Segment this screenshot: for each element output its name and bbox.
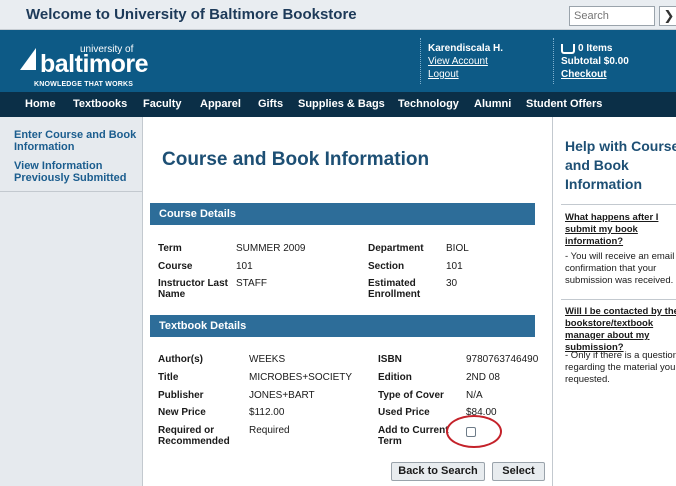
page-title: Course and Book Information xyxy=(162,149,430,170)
help-question-1[interactable]: What happens after I submit my book info… xyxy=(565,212,676,248)
university-logo[interactable]: university of baltimore KNOWLEDGE THAT W… xyxy=(20,44,150,88)
author-label: Author(s) xyxy=(158,354,203,365)
cart-subtotal: Subtotal $0.00 xyxy=(561,56,629,67)
nav-supplies-bags[interactable]: Supplies & Bags xyxy=(298,98,385,110)
nav-alumni[interactable]: Alumni xyxy=(474,98,511,110)
section-label: Section xyxy=(368,261,405,272)
nav-apparel[interactable]: Apparel xyxy=(200,98,241,110)
new-price-label: New Price xyxy=(158,407,206,418)
required-label: Required or Recommended xyxy=(158,425,230,447)
help-divider xyxy=(561,299,676,300)
nav-technology[interactable]: Technology xyxy=(398,98,459,110)
help-question-2[interactable]: Will I be contacted by the bookstore/tex… xyxy=(565,306,676,354)
isbn-value: 9780763746490 xyxy=(466,354,539,365)
cart-icon xyxy=(561,43,575,54)
help-title: Help with Course and Book Information xyxy=(565,138,676,192)
title-label: Title xyxy=(158,372,179,383)
sidebar-item-enter-course[interactable]: Enter Course and Book Information xyxy=(14,129,139,153)
section-value: 101 xyxy=(446,261,463,272)
checkout-link[interactable]: Checkout xyxy=(561,68,629,81)
main-nav: Home Textbooks Faculty Apparel Gifts Sup… xyxy=(0,92,676,117)
title-value: MICROBES+SOCIETY xyxy=(249,372,353,383)
nav-faculty[interactable]: Faculty xyxy=(143,98,182,110)
new-price-value: $112.00 xyxy=(249,407,285,418)
cover-label: Type of Cover xyxy=(378,390,444,401)
term-label: Term xyxy=(158,243,182,254)
logo-mark-icon xyxy=(20,48,36,70)
department-label: Department xyxy=(368,243,424,254)
course-label: Course xyxy=(158,261,193,272)
edition-value: 2ND 08 xyxy=(466,372,500,383)
user-account-box: Karendiscala H. View Account Logout xyxy=(428,42,503,81)
nav-home[interactable]: Home xyxy=(25,98,56,110)
author-value: WEEKS xyxy=(249,354,286,365)
term-value: SUMMER 2009 xyxy=(236,243,306,254)
help-divider xyxy=(561,204,676,205)
welcome-text: Welcome to University of Baltimore Books… xyxy=(26,6,357,23)
cover-value: N/A xyxy=(466,390,483,401)
cart-items[interactable]: 0 Items xyxy=(561,42,629,55)
logo-name-text: baltimore xyxy=(40,50,149,78)
publisher-label: Publisher xyxy=(158,390,204,401)
nav-student-offers[interactable]: Student Offers xyxy=(526,98,602,110)
sidebar-divider xyxy=(0,191,143,192)
publisher-value: JONES+BART xyxy=(249,390,315,401)
textbook-details-header: Textbook Details xyxy=(150,315,535,337)
view-account-link[interactable]: View Account xyxy=(428,55,503,68)
search-go-button[interactable]: ❯ xyxy=(659,6,676,26)
highlight-ring xyxy=(446,415,502,448)
search-input[interactable] xyxy=(569,6,655,26)
course-value: 101 xyxy=(236,261,253,272)
help-answer-1: - You will receive an email confirmation… xyxy=(565,251,675,286)
nav-textbooks[interactable]: Textbooks xyxy=(73,98,127,110)
edition-label: Edition xyxy=(378,372,412,383)
nav-gifts[interactable]: Gifts xyxy=(258,98,283,110)
help-answer-2: - Only if there is a question regarding … xyxy=(565,350,676,385)
left-sidebar: Enter Course and Book Information View I… xyxy=(0,117,143,486)
user-name: Karendiscala H. xyxy=(428,43,504,54)
isbn-label: ISBN xyxy=(378,354,402,365)
header-divider xyxy=(420,38,421,84)
instructor-label: Instructor Last Name xyxy=(158,278,229,300)
cart-items-count: 0 Items xyxy=(578,43,613,54)
used-price-label: Used Price xyxy=(378,407,430,418)
enrollment-label: Estimated Enrollment xyxy=(368,278,421,300)
enrollment-value: 30 xyxy=(446,278,458,289)
help-sidebar: Help with Course and Book Information Wh… xyxy=(552,117,676,486)
cart-box: 0 Items Subtotal $0.00 Checkout xyxy=(561,42,629,81)
logout-link[interactable]: Logout xyxy=(428,68,503,81)
instructor-value: STAFF xyxy=(236,278,267,289)
course-details-header: Course Details xyxy=(150,203,535,225)
required-value: Required xyxy=(249,425,290,436)
back-to-search-button[interactable]: Back to Search xyxy=(391,462,485,481)
top-bar: Welcome to University of Baltimore Books… xyxy=(0,0,676,30)
header-divider xyxy=(553,38,554,84)
chevron-right-icon: ❯ xyxy=(663,8,675,23)
select-button[interactable]: Select xyxy=(492,462,545,481)
sidebar-item-view-previous[interactable]: View Information Previously Submitted xyxy=(14,160,139,184)
logo-tagline: KNOWLEDGE THAT WORKS xyxy=(34,81,134,88)
department-value: BIOL xyxy=(446,243,469,254)
